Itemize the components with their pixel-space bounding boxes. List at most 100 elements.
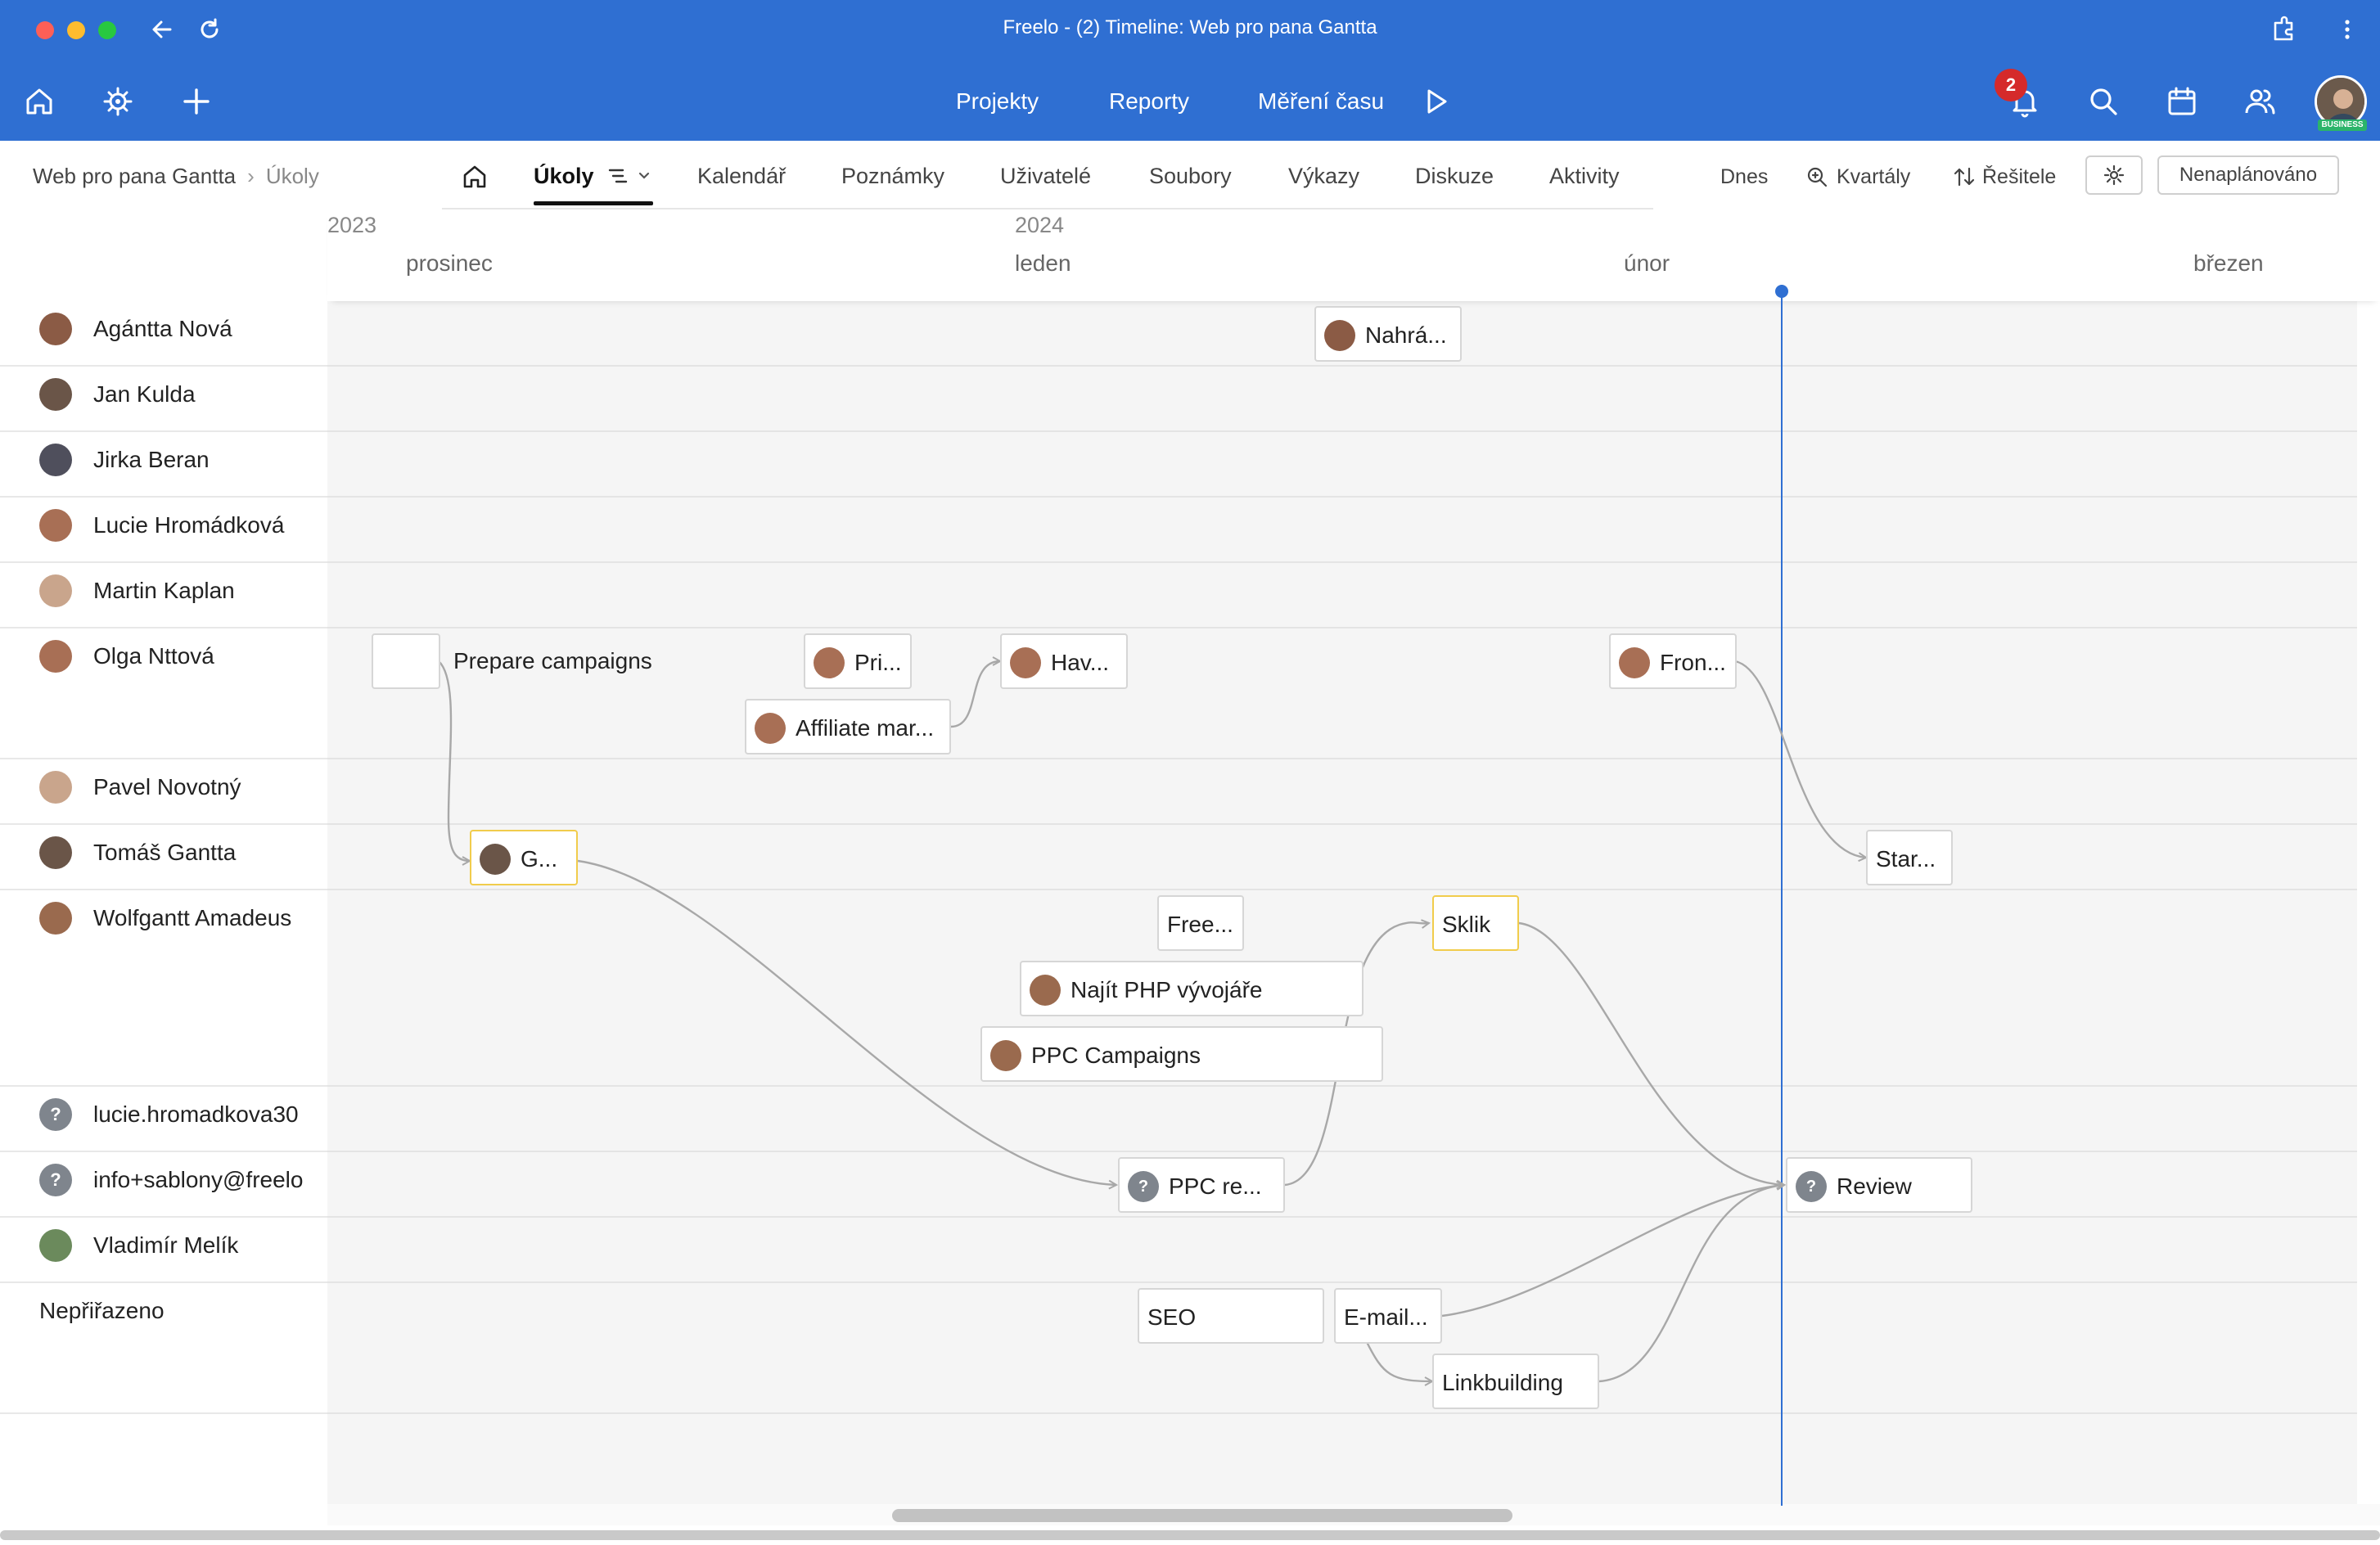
- row-divider: [327, 627, 2357, 628]
- assignee-name: Agántta Nová: [93, 316, 232, 341]
- today-button[interactable]: Dnes: [1720, 165, 1768, 189]
- task-title: Star...: [1876, 846, 1936, 872]
- assignee-row: Tomáš Gantta: [0, 825, 327, 890]
- row-divider: [327, 889, 2357, 890]
- task-card[interactable]: Najít PHP vývojáře: [1020, 961, 1364, 1016]
- task-card-empty[interactable]: [372, 633, 440, 689]
- avatar: [39, 444, 72, 476]
- month-label: březen: [2193, 250, 2264, 276]
- tab-users[interactable]: Uživatelé: [1000, 164, 1091, 189]
- window-horizontal-scrollbar[interactable]: [0, 1530, 2380, 1540]
- task-card[interactable]: Affiliate mar...: [745, 699, 951, 754]
- task-title: Free...: [1167, 912, 1233, 937]
- task-title: Pri...: [854, 650, 902, 675]
- add-icon[interactable]: [178, 83, 214, 119]
- unknown-user-avatar: ?: [39, 1098, 72, 1131]
- tab-notes[interactable]: Poznámky: [841, 164, 944, 189]
- row-divider: [327, 823, 2357, 825]
- assignee-list: Agántta Nová Jan Kulda Jirka Beran Lucie…: [0, 301, 327, 1529]
- nav-reports[interactable]: Reporty: [1109, 88, 1189, 115]
- play-timer-icon[interactable]: [1418, 83, 1454, 119]
- month-label: leden: [1015, 250, 1071, 276]
- tab-reports[interactable]: Výkazy: [1288, 164, 1359, 189]
- assignee-name: Wolfgantt Amadeus: [93, 905, 292, 930]
- assignee-row: Vladimír Melík: [0, 1218, 327, 1283]
- gear-icon: [2103, 164, 2125, 186]
- row-divider: [327, 496, 2357, 498]
- project-home-icon[interactable]: [460, 162, 489, 191]
- task-card[interactable]: Linkbuilding: [1432, 1354, 1599, 1409]
- group-by-button[interactable]: Řešitele: [1982, 165, 2056, 189]
- task-card[interactable]: G...: [470, 830, 578, 885]
- window-title: Freelo - (2) Timeline: Web pro pana Gant…: [1003, 16, 1377, 38]
- task-title: Hav...: [1051, 650, 1110, 675]
- avatar: [39, 1229, 72, 1262]
- unknown-user-avatar: ?: [1128, 1171, 1159, 1202]
- breadcrumb: Web pro pana Gantta › Úkoly: [33, 164, 319, 189]
- zoom-icon[interactable]: [1805, 165, 1828, 188]
- year-label: 2024: [1015, 213, 1065, 237]
- business-plan-badge: BUSINESS: [2318, 119, 2367, 131]
- tab-tasks[interactable]: Úkoly: [534, 164, 594, 189]
- timeline-header: 2023 2024 prosinec leden únor březen: [327, 209, 2380, 301]
- home-icon[interactable]: [21, 83, 57, 119]
- year-label: 2023: [327, 213, 377, 237]
- row-divider: [327, 365, 2357, 367]
- today-marker-dot: [1775, 285, 1788, 298]
- tab-files[interactable]: Soubory: [1149, 164, 1232, 189]
- today-marker-line: [1781, 285, 1783, 1506]
- nav-projects[interactable]: Projekty: [956, 88, 1039, 115]
- avatar: [39, 313, 72, 345]
- row-divider: [327, 430, 2357, 432]
- task-card[interactable]: Star...: [1866, 830, 1953, 885]
- task-card[interactable]: Pri...: [804, 633, 912, 689]
- unscheduled-button[interactable]: Nenaplánováno: [2157, 155, 2339, 195]
- sort-icon[interactable]: [1953, 165, 1976, 188]
- task-card[interactable]: Free...: [1157, 895, 1244, 951]
- assignee-row: Pavel Novotný: [0, 759, 327, 825]
- tab-discussion[interactable]: Diskuze: [1415, 164, 1494, 189]
- task-card[interactable]: Hav...: [1000, 633, 1128, 689]
- task-card[interactable]: Fron...: [1609, 633, 1737, 689]
- assignee-name: lucie.hromadkova30: [93, 1101, 299, 1127]
- task-title: G...: [521, 846, 558, 872]
- extensions-icon[interactable]: [2269, 15, 2298, 44]
- task-card[interactable]: E-mail...: [1334, 1288, 1442, 1344]
- avatar: [1324, 320, 1355, 351]
- assignee-row: Olga Nttová: [0, 628, 327, 759]
- task-title[interactable]: Prepare campaigns: [453, 648, 652, 674]
- task-title: Fron...: [1660, 650, 1726, 675]
- task-card[interactable]: PPC Campaigns: [980, 1026, 1383, 1082]
- timeline-settings-button[interactable]: [2085, 155, 2143, 195]
- task-card[interactable]: Nahrá...: [1314, 306, 1462, 362]
- settings-wheel-icon[interactable]: [100, 83, 136, 119]
- row-divider: [327, 758, 2357, 759]
- avatar: [39, 574, 72, 607]
- assignee-row: Jan Kulda: [0, 367, 327, 432]
- unknown-user-avatar: ?: [1796, 1171, 1827, 1202]
- task-card[interactable]: ? Review: [1786, 1157, 1972, 1213]
- calendar-icon[interactable]: [2164, 83, 2200, 119]
- nav-time-tracking[interactable]: Měření času: [1258, 88, 1384, 115]
- row-divider: [327, 1151, 2357, 1152]
- row-divider: [327, 1085, 2357, 1087]
- search-icon[interactable]: [2085, 83, 2121, 119]
- task-card[interactable]: SEO: [1138, 1288, 1324, 1344]
- month-label: únor: [1624, 250, 1670, 276]
- tab-calendar[interactable]: Kalendář: [697, 164, 786, 189]
- breadcrumb-project[interactable]: Web pro pana Gantta: [33, 164, 236, 188]
- zoom-level-button[interactable]: Kvartály: [1837, 165, 1910, 189]
- assignee-name: Jan Kulda: [93, 381, 196, 407]
- assignee-name: Pavel Novotný: [93, 774, 241, 800]
- avatar: [1619, 647, 1650, 678]
- task-title: PPC re...: [1169, 1173, 1262, 1199]
- task-card[interactable]: Sklik: [1432, 895, 1519, 951]
- task-title: Linkbuilding: [1442, 1370, 1563, 1395]
- more-menu-icon[interactable]: [2333, 15, 2362, 44]
- tab-activities[interactable]: Aktivity: [1549, 164, 1620, 189]
- timeline-scroll-thumb[interactable]: [892, 1509, 1512, 1522]
- task-card[interactable]: ? PPC re...: [1118, 1157, 1285, 1213]
- users-icon[interactable]: [2243, 83, 2279, 119]
- timeline-view-dropdown-icon[interactable]: [607, 165, 653, 187]
- avatar: [755, 713, 786, 744]
